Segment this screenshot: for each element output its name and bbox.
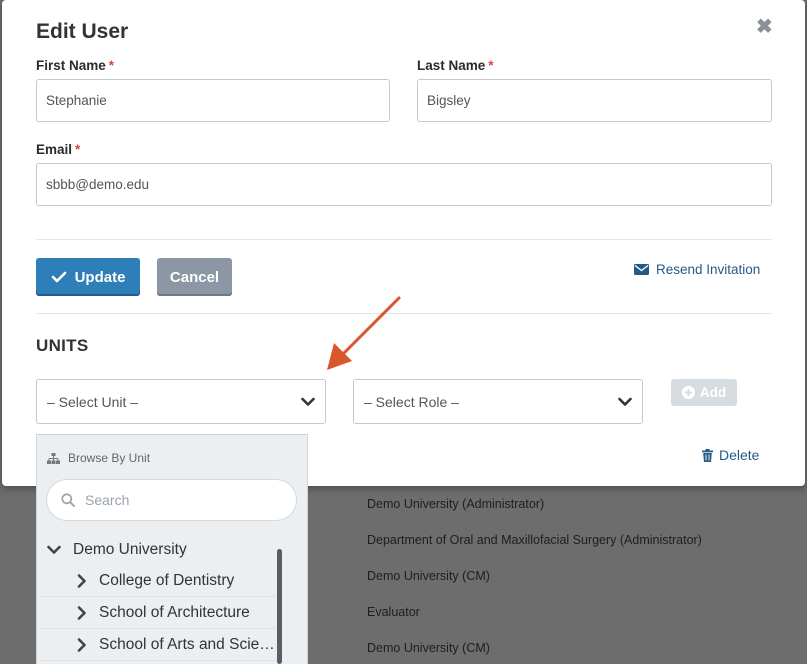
- unit-browser-dropdown: Browse By Unit Search Demo University Co…: [36, 434, 308, 664]
- close-icon[interactable]: ✖: [756, 14, 773, 39]
- browse-by-unit-label: Browse By Unit: [68, 451, 151, 465]
- chevron-down-icon: [618, 397, 632, 406]
- dropdown-scrollbar[interactable]: [277, 549, 282, 664]
- tree-node-label: Demo University: [73, 541, 187, 558]
- units-heading: UNITS: [36, 336, 89, 355]
- chevron-down-icon: [301, 397, 315, 406]
- last-name-label-text: Last Name: [417, 58, 486, 73]
- checkmark-icon: [51, 271, 66, 283]
- first-name-label-text: First Name: [36, 58, 106, 73]
- update-label: Update: [74, 268, 126, 286]
- tree-node-school-of-arts-and-sciences[interactable]: School of Arts and Scienc...: [39, 630, 277, 661]
- background-role-row: Demo University (Administrator): [367, 497, 545, 511]
- first-name-value: Stephanie: [46, 93, 107, 108]
- tree-node-label: School of Arts and Scienc...: [99, 636, 277, 653]
- resend-invitation-label: Resend Invitation: [656, 262, 761, 277]
- required-marker: *: [75, 142, 81, 157]
- delete-link[interactable]: Delete: [702, 447, 759, 463]
- browse-by-unit-header: Browse By Unit: [47, 451, 150, 465]
- chevron-right-icon: [39, 574, 99, 588]
- email-field[interactable]: sbbb@demo.edu: [36, 163, 772, 206]
- tree-node-label: School of Architecture: [99, 604, 250, 621]
- chevron-down-icon: [47, 545, 61, 554]
- select-role-value: – Select Role –: [364, 393, 459, 410]
- envelope-icon: [634, 264, 649, 275]
- plus-circle-icon: [681, 386, 695, 399]
- select-role-dropdown[interactable]: – Select Role –: [353, 379, 643, 424]
- edit-user-modal: Edit User ✖ First Name * Stephanie Last N…: [2, 0, 805, 486]
- search-icon: [61, 493, 75, 507]
- divider: [36, 239, 772, 240]
- chevron-right-icon: [39, 606, 99, 620]
- chevron-right-icon: [39, 638, 99, 652]
- add-label: Add: [699, 385, 727, 400]
- last-name-label: Last Name *: [417, 58, 494, 73]
- first-name-label: First Name *: [36, 58, 114, 73]
- email-value: sbbb@demo.edu: [46, 177, 150, 192]
- tree-node-label: College of Dentistry: [99, 572, 235, 589]
- delete-label: Delete: [719, 447, 760, 463]
- update-button[interactable]: Update: [36, 258, 140, 296]
- last-name-value: Bigsley: [427, 93, 471, 108]
- select-unit-value: – Select Unit –: [47, 393, 139, 410]
- last-name-field[interactable]: Bigsley: [417, 79, 772, 122]
- required-marker: *: [488, 58, 494, 73]
- email-label-text: Email: [36, 142, 73, 157]
- cancel-label: Cancel: [169, 268, 220, 286]
- cancel-button[interactable]: Cancel: [157, 258, 232, 296]
- modal-title: Edit User: [36, 20, 129, 43]
- sitemap-icon: [47, 452, 60, 464]
- tree-node-college-of-dentistry[interactable]: College of Dentistry: [39, 566, 277, 597]
- background-role-row: Demo University (CM): [367, 569, 490, 583]
- unit-search-input[interactable]: Search: [46, 479, 297, 521]
- tree-node-demo-university[interactable]: Demo University: [47, 541, 187, 559]
- background-role-row: Department of Oral and Maxillofacial Sur…: [367, 533, 702, 547]
- first-name-field[interactable]: Stephanie: [36, 79, 390, 122]
- background-role-row: Evaluator: [367, 605, 420, 619]
- tree-node-school-of-architecture[interactable]: School of Architecture: [39, 598, 277, 629]
- required-marker: *: [108, 58, 115, 73]
- trash-icon: [702, 448, 713, 462]
- divider: [36, 313, 772, 314]
- add-button[interactable]: Add: [671, 379, 737, 406]
- background-role-row: Demo University (CM): [367, 641, 490, 655]
- select-unit-dropdown[interactable]: – Select Unit –: [36, 379, 326, 424]
- search-placeholder: Search: [85, 492, 130, 508]
- email-label: Email *: [36, 142, 80, 157]
- resend-invitation-link[interactable]: Resend Invitation: [634, 262, 760, 277]
